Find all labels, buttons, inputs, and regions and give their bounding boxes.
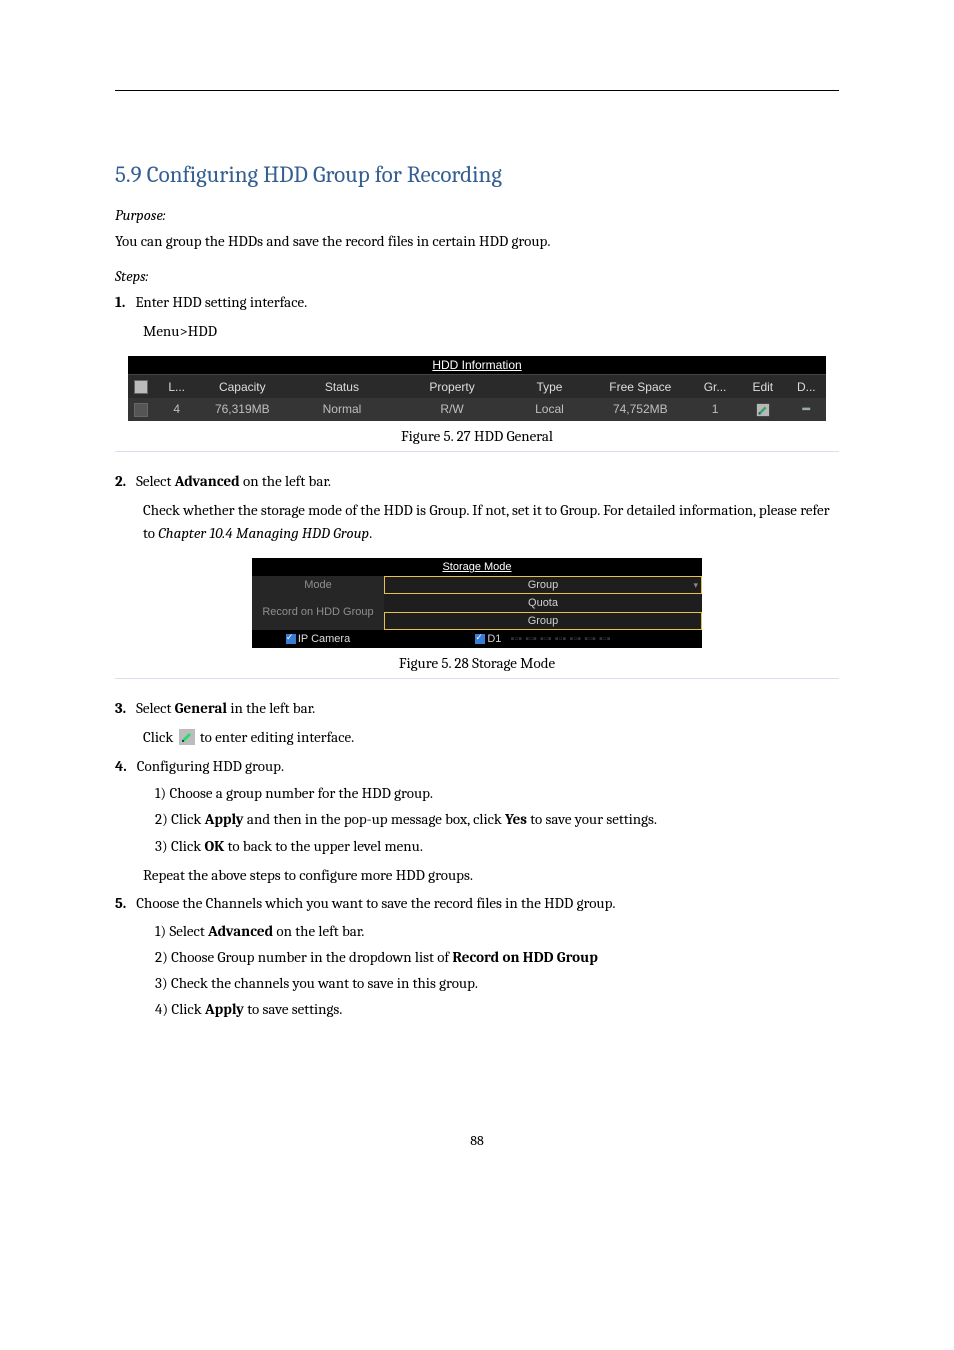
cell-edit[interactable] xyxy=(739,398,787,421)
d1-label: D1 xyxy=(487,633,501,645)
step-5: 5.Choose the Channels which you want to … xyxy=(115,892,839,915)
step-4-repeat: Repeat the above steps to configure more… xyxy=(143,864,839,887)
step-4-2: 2) Click Apply and then in the pop-up me… xyxy=(155,808,839,831)
col-d: D... xyxy=(787,375,826,398)
cell-type: Local xyxy=(509,398,589,421)
minus-icon[interactable]: ━ xyxy=(799,402,814,416)
step-2-detail: Check whether the storage mode of the HD… xyxy=(143,499,839,544)
col-l: L... xyxy=(158,375,195,398)
col-property: Property xyxy=(395,375,510,398)
col-free: Free Space xyxy=(590,375,692,398)
mode-label: Mode xyxy=(252,576,384,594)
checkbox-ipcamera[interactable] xyxy=(286,634,296,644)
figure-hdd-general: HDD Information L... Capacity Status Pro… xyxy=(115,356,839,421)
checkbox-row[interactable] xyxy=(134,403,148,417)
cell-status: Normal xyxy=(289,398,394,421)
hdd-table-title: HDD Information xyxy=(128,356,826,375)
col-type: Type xyxy=(509,375,589,398)
step-4-1: 1) Choose a group number for the HDD gro… xyxy=(155,782,839,805)
checkbox-all[interactable] xyxy=(134,380,148,394)
figure-rule xyxy=(115,451,839,452)
step-4: 4.Configuring HDD group. xyxy=(115,755,839,778)
col-status: Status xyxy=(289,375,394,398)
ipcamera-label: IP Camera xyxy=(252,630,384,648)
figure-rule-2 xyxy=(115,678,839,679)
cell-property: R/W xyxy=(395,398,510,421)
edit-icon[interactable] xyxy=(756,403,770,417)
cell-l: 4 xyxy=(158,398,195,421)
figure-28-caption: Figure 5. 28 Storage Mode xyxy=(115,654,839,672)
step-5-4: 4) Click Apply to save settings. xyxy=(155,998,839,1021)
step-3-detail: Click to enter editing interface. xyxy=(143,726,839,749)
cell-gr: 1 xyxy=(691,398,739,421)
table-row: 4 76,319MB Normal R/W Local 74,752MB 1 ━ xyxy=(128,398,826,421)
step-2: 2.Select Advanced on the left bar. xyxy=(115,470,839,493)
col-capacity: Capacity xyxy=(195,375,289,398)
purpose-text: You can group the HDDs and save the reco… xyxy=(115,230,839,253)
option-quota[interactable]: Quota xyxy=(384,594,702,612)
cell-capacity: 76,319MB xyxy=(195,398,289,421)
step-1-path: Menu>HDD xyxy=(143,320,839,343)
cell-free: 74,752MB xyxy=(590,398,692,421)
step-4-3: 3) Click OK to back to the upper level m… xyxy=(155,835,839,858)
purpose-label: Purpose: xyxy=(115,206,839,224)
cell-delete[interactable]: ━ xyxy=(787,398,826,421)
hdd-information-table: HDD Information L... Capacity Status Pro… xyxy=(128,356,826,421)
page-number: 88 xyxy=(115,1132,839,1149)
record-group-label: Record on HDD Group xyxy=(252,594,384,630)
figure-27-caption: Figure 5. 27 HDD General xyxy=(115,427,839,445)
step-1: 1.Enter HDD setting interface. xyxy=(115,291,839,314)
col-edit: Edit xyxy=(739,375,787,398)
step-3: 3.Select General in the left bar. xyxy=(115,697,839,720)
step-5-1: 1) Select Advanced on the left bar. xyxy=(155,920,839,943)
step-5-3: 3) Check the channels you want to save i… xyxy=(155,972,839,995)
figure-storage-mode: Storage Mode Mode Group▾ Record on HDD G… xyxy=(115,558,839,648)
storage-mode-table: Storage Mode Mode Group▾ Record on HDD G… xyxy=(252,558,702,648)
mode-dropdown[interactable]: Group▾ xyxy=(384,576,702,594)
step-1-text: Enter HDD setting interface. xyxy=(135,293,307,311)
col-gr: Gr... xyxy=(691,375,739,398)
steps-label: Steps: xyxy=(115,267,839,285)
step-5-2: 2) Choose Group number in the dropdown l… xyxy=(155,946,839,969)
checkbox-d1[interactable] xyxy=(475,634,485,644)
header-rule xyxy=(115,90,839,91)
storage-title: Storage Mode xyxy=(252,558,702,576)
edit-icon xyxy=(179,729,195,745)
option-group[interactable]: Group xyxy=(384,612,702,630)
ipcamera-row: D1 ▪▫▪ ▪▫▪ ▪▫▪ ▪▫▪ ▪▫▪ ▪▫▪ ▪▫▪ xyxy=(384,630,702,648)
chevron-down-icon: ▾ xyxy=(693,580,698,591)
section-heading: 5.9 Configuring HDD Group for Recording xyxy=(115,161,839,188)
